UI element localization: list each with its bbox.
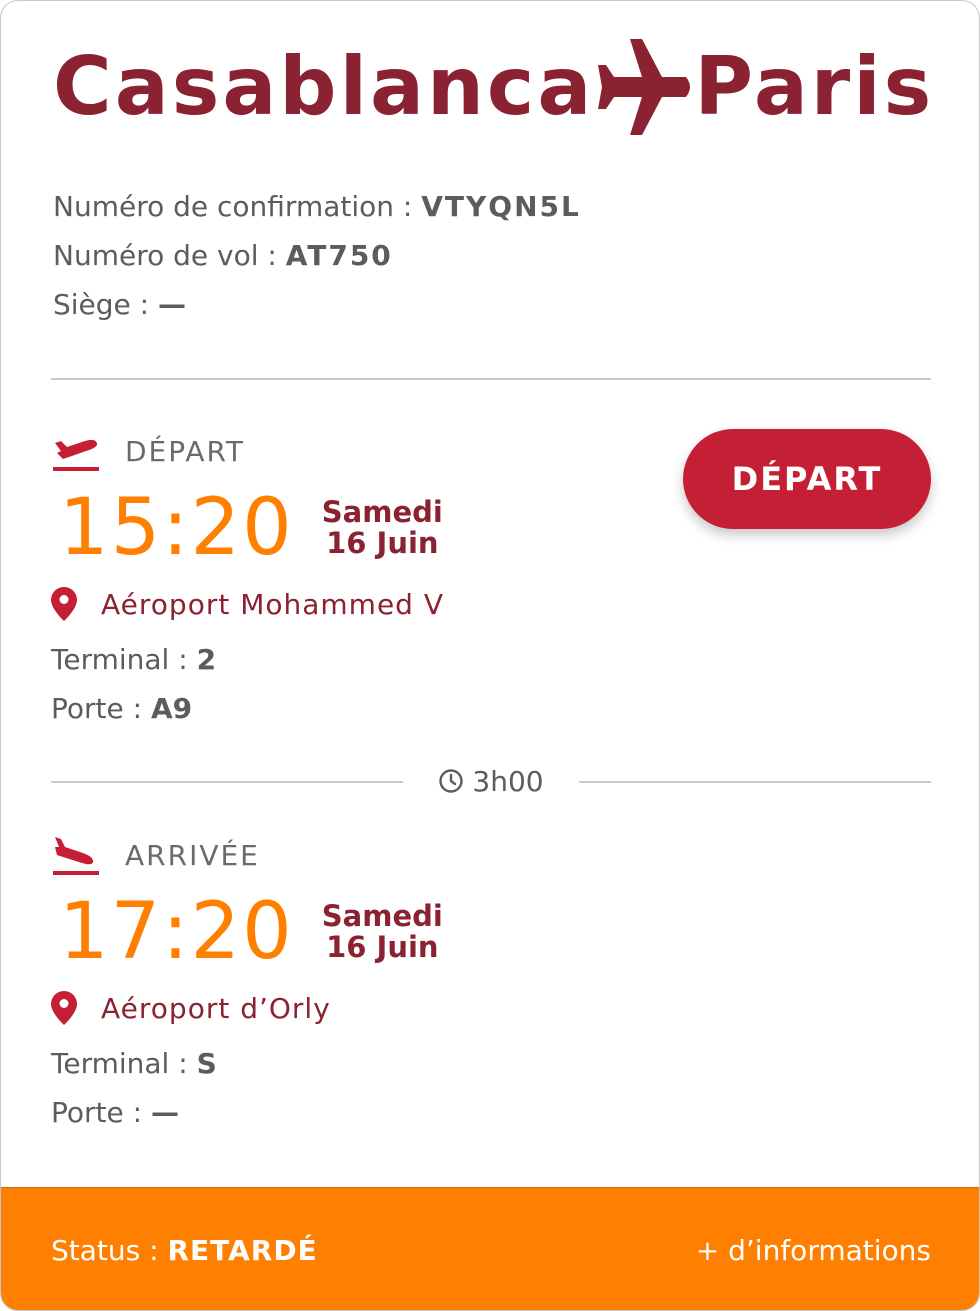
departure-date: Samedi 16 Juin <box>322 497 443 559</box>
confirmation-number: VTYQN5L <box>421 190 581 223</box>
arrival-label: ARRIVÉE <box>125 838 260 872</box>
flight-card: Casablanca Paris Numéro de confirmation … <box>0 0 980 1311</box>
departure-time: 15:20 <box>59 483 294 573</box>
arrival-terminal: Terminal : S <box>51 1047 217 1080</box>
duration-text: 3h00 <box>472 764 544 798</box>
seat-value: — <box>158 288 189 321</box>
duration-divider-right <box>579 781 931 783</box>
arrival-time: 17:20 <box>59 887 294 977</box>
arrival-airport: Aéroport d’Orly <box>51 991 331 1025</box>
route-header: Casablanca Paris <box>53 37 933 137</box>
destination-city: Paris <box>694 40 935 133</box>
confirmation-row: Numéro de confirmation : VTYQN5L <box>53 186 933 235</box>
flight-duration: 3h00 <box>403 761 579 801</box>
departure-label: DÉPART <box>125 434 246 468</box>
arrival-day-month: 16 Juin <box>326 930 439 964</box>
seat-label: Siège : <box>53 288 159 321</box>
status-footer: Status : RETARDÉ + d’informations <box>1 1187 979 1310</box>
booking-info: Numéro de confirmation : VTYQN5L Numéro … <box>53 186 933 333</box>
arrival-gate-value: — <box>150 1096 179 1129</box>
origin-city: Casablanca <box>53 40 595 133</box>
departure-time-row: 15:20 Samedi 16 Juin <box>59 489 443 567</box>
arrival-day: Samedi <box>321 899 443 933</box>
flight-number-label: Numéro de vol : <box>53 239 286 272</box>
departure-gate: Porte : A9 <box>51 692 192 725</box>
departure-airport-name: Aéroport Mohammed V <box>101 587 445 621</box>
more-info-link[interactable]: + d’informations <box>696 1234 931 1267</box>
departure-day-month: 16 Juin <box>326 526 439 560</box>
arrival-gate-label: Porte : <box>51 1096 151 1129</box>
confirmation-label: Numéro de confirmation : <box>53 190 422 223</box>
departure-day: Samedi <box>321 495 443 529</box>
flight-status: Status : RETARDÉ <box>51 1234 318 1267</box>
flight-number: AT750 <box>285 239 393 272</box>
departure-terminal: Terminal : 2 <box>51 643 216 676</box>
airplane-icon <box>594 39 694 135</box>
departure-status-button[interactable]: DÉPART <box>683 429 931 529</box>
flight-status-value: RETARDÉ <box>167 1233 318 1267</box>
departure-terminal-value: 2 <box>196 643 217 676</box>
arrival-terminal-value: S <box>196 1047 217 1080</box>
arrival-header: ARRIVÉE <box>51 833 931 877</box>
clock-icon <box>438 768 464 794</box>
arrival-terminal-label: Terminal : <box>51 1047 197 1080</box>
departure-gate-label: Porte : <box>51 692 151 725</box>
landing-icon <box>51 833 101 877</box>
map-pin-icon <box>51 587 77 621</box>
divider <box>51 378 931 380</box>
departure-terminal-label: Terminal : <box>51 643 197 676</box>
departure-airport: Aéroport Mohammed V <box>51 587 444 621</box>
map-pin-icon <box>51 991 77 1025</box>
arrival-segment: ARRIVÉE 17:20 Samedi 16 Juin Aéroport d’… <box>51 833 931 1133</box>
flight-status-label: Status : <box>51 1233 168 1267</box>
arrival-airport-name: Aéroport d’Orly <box>101 991 331 1025</box>
arrival-time-row: 17:20 Samedi 16 Juin <box>59 893 443 971</box>
seat-row: Siège : — <box>53 284 933 333</box>
takeoff-icon <box>51 429 101 473</box>
arrival-gate: Porte : — <box>51 1096 179 1129</box>
arrival-date: Samedi 16 Juin <box>322 901 443 963</box>
departure-gate-value: A9 <box>150 692 193 725</box>
flight-number-row: Numéro de vol : AT750 <box>53 235 933 284</box>
duration-divider-left <box>51 781 403 783</box>
